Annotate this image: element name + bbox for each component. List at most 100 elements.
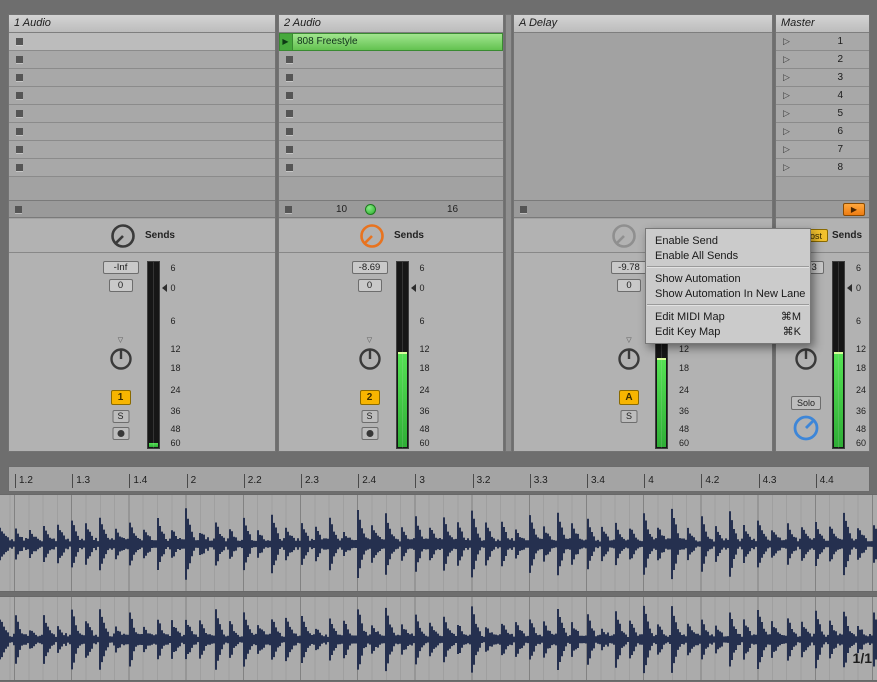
solo-button[interactable]: S <box>621 410 638 423</box>
timeline-label: 2.3 <box>301 474 319 488</box>
scene-number: 2 <box>837 54 843 65</box>
scene-launch-icon[interactable]: ▷ <box>783 144 790 155</box>
pan-field[interactable]: 0 <box>617 279 641 292</box>
clip-slot[interactable] <box>9 87 275 105</box>
clip-stop-button[interactable] <box>286 74 293 81</box>
scene-launch-icon[interactable]: ▷ <box>783 162 790 173</box>
clip-slot[interactable] <box>9 141 275 159</box>
menu-item-show-automation-in-new-lane[interactable]: Show Automation In New Lane <box>646 286 810 301</box>
clip-slot[interactable] <box>279 87 503 105</box>
arrangement-audio-lane-2[interactable] <box>0 596 877 681</box>
volume-field[interactable]: -Inf <box>103 261 139 274</box>
beat-time-ruler[interactable]: 1.21.31.422.22.32.433.23.33.444.24.34.4 <box>8 466 870 492</box>
back-to-arrangement-button[interactable]: ▶ <box>843 203 865 216</box>
pan-field[interactable]: 0 <box>109 279 133 292</box>
send-a-knob-disabled[interactable] <box>610 222 638 250</box>
clip-stop-button[interactable] <box>16 110 23 117</box>
return-track-header[interactable]: A Delay <box>514 15 772 33</box>
scene-launch-icon[interactable]: ▷ <box>783 54 790 65</box>
master-track-header[interactable]: Master <box>776 15 869 33</box>
menu-item-label: Edit MIDI Map <box>655 311 725 323</box>
scene-row[interactable]: ▷1 <box>776 33 869 51</box>
menu-item-enable-all-sends[interactable]: Enable All Sends <box>646 248 810 263</box>
volume-field[interactable]: -8.69 <box>352 261 388 274</box>
menu-item-label: Show Automation <box>655 273 741 285</box>
track-activator-button[interactable]: 1 <box>111 390 131 405</box>
track-stop-button[interactable] <box>520 206 527 213</box>
meter-scale: 606121824364860 <box>164 261 186 449</box>
clip-stop-button[interactable] <box>286 128 293 135</box>
clip-slot[interactable] <box>279 105 503 123</box>
menu-item-show-automation[interactable]: Show Automation <box>646 271 810 286</box>
track-activator-button[interactable]: 2 <box>360 390 380 405</box>
clip-slot[interactable] <box>279 69 503 87</box>
clip-slot[interactable] <box>9 159 275 177</box>
scene-launch-icon[interactable]: ▷ <box>783 90 790 101</box>
clip-slot[interactable] <box>279 51 503 69</box>
clip-stop-button[interactable] <box>16 128 23 135</box>
menu-item-edit-key-map[interactable]: Edit Key Map⌘K <box>646 324 810 339</box>
clip-slot[interactable] <box>279 123 503 141</box>
clip-stop-button[interactable] <box>286 92 293 99</box>
pan-knob[interactable] <box>793 346 819 372</box>
clip-slot[interactable] <box>279 159 503 177</box>
clip-stop-button[interactable] <box>16 92 23 99</box>
menu-item-edit-midi-map[interactable]: Edit MIDI Map⌘M <box>646 309 810 324</box>
send-a-knob[interactable] <box>109 222 137 250</box>
scene-launch-icon[interactable]: ▷ <box>783 72 790 83</box>
clip-stop-button[interactable] <box>286 164 293 171</box>
pan-knob[interactable] <box>616 346 642 372</box>
solo-button[interactable]: S <box>112 410 129 423</box>
clip-launch-icon[interactable]: ▶ <box>279 33 293 50</box>
scene-row[interactable]: ▷5 <box>776 105 869 123</box>
scene-row[interactable]: ▷2 <box>776 51 869 69</box>
clip-slot[interactable] <box>9 51 275 69</box>
menu-item-enable-send[interactable]: Enable Send <box>646 233 810 248</box>
clip-slot[interactable] <box>9 69 275 87</box>
pan-default-marker: ▽ <box>355 337 385 346</box>
timeline-label: 2.4 <box>358 474 376 488</box>
track-stop-button[interactable] <box>285 206 292 213</box>
master-solo-cue-button[interactable]: Solo <box>791 396 821 410</box>
track-1-clip-slots <box>9 33 275 177</box>
scene-launch-icon[interactable]: ▷ <box>783 126 790 137</box>
clip-slot[interactable] <box>9 123 275 141</box>
clip-stop-button[interactable] <box>16 164 23 171</box>
clip-slot[interactable] <box>9 33 275 51</box>
clip-stop-button[interactable] <box>286 110 293 117</box>
waveform <box>0 597 877 682</box>
pan-knob[interactable] <box>108 346 134 372</box>
track-2-header[interactable]: 2 Audio <box>279 15 503 33</box>
timeline-label: 1.4 <box>129 474 147 488</box>
arm-button[interactable] <box>361 427 378 440</box>
clip-stop-button[interactable] <box>16 74 23 81</box>
arrangement-audio-lane-1[interactable] <box>0 494 877 592</box>
menu-item-label: Enable All Sends <box>655 250 738 262</box>
level-meter <box>147 261 160 449</box>
pan-field[interactable]: 0 <box>358 279 382 292</box>
track-activator-button[interactable]: A <box>619 390 639 405</box>
scene-row[interactable]: ▷3 <box>776 69 869 87</box>
solo-button[interactable]: S <box>361 410 378 423</box>
clip-slot[interactable]: ▶808 Freestyle <box>279 33 503 51</box>
scene-row[interactable]: ▷4 <box>776 87 869 105</box>
scene-row[interactable]: ▷8 <box>776 159 869 177</box>
clip-stop-button[interactable] <box>286 146 293 153</box>
volume-field[interactable]: -9.78 <box>611 261 647 274</box>
clip-stop-button[interactable] <box>16 56 23 63</box>
clip-slot[interactable] <box>279 141 503 159</box>
scene-row[interactable]: ▷6 <box>776 123 869 141</box>
track-1-header[interactable]: 1 Audio <box>9 15 275 33</box>
send-a-knob-active[interactable] <box>358 222 386 250</box>
track-stop-button[interactable] <box>15 206 22 213</box>
scene-launch-icon[interactable]: ▷ <box>783 36 790 47</box>
arm-button[interactable] <box>112 427 129 440</box>
clip-stop-button[interactable] <box>286 56 293 63</box>
preview-cue-volume-knob[interactable] <box>791 413 821 443</box>
pan-knob[interactable] <box>357 346 383 372</box>
clip-stop-button[interactable] <box>16 38 23 45</box>
scene-row[interactable]: ▷7 <box>776 141 869 159</box>
scene-launch-icon[interactable]: ▷ <box>783 108 790 119</box>
clip-stop-button[interactable] <box>16 146 23 153</box>
clip-slot[interactable] <box>9 105 275 123</box>
